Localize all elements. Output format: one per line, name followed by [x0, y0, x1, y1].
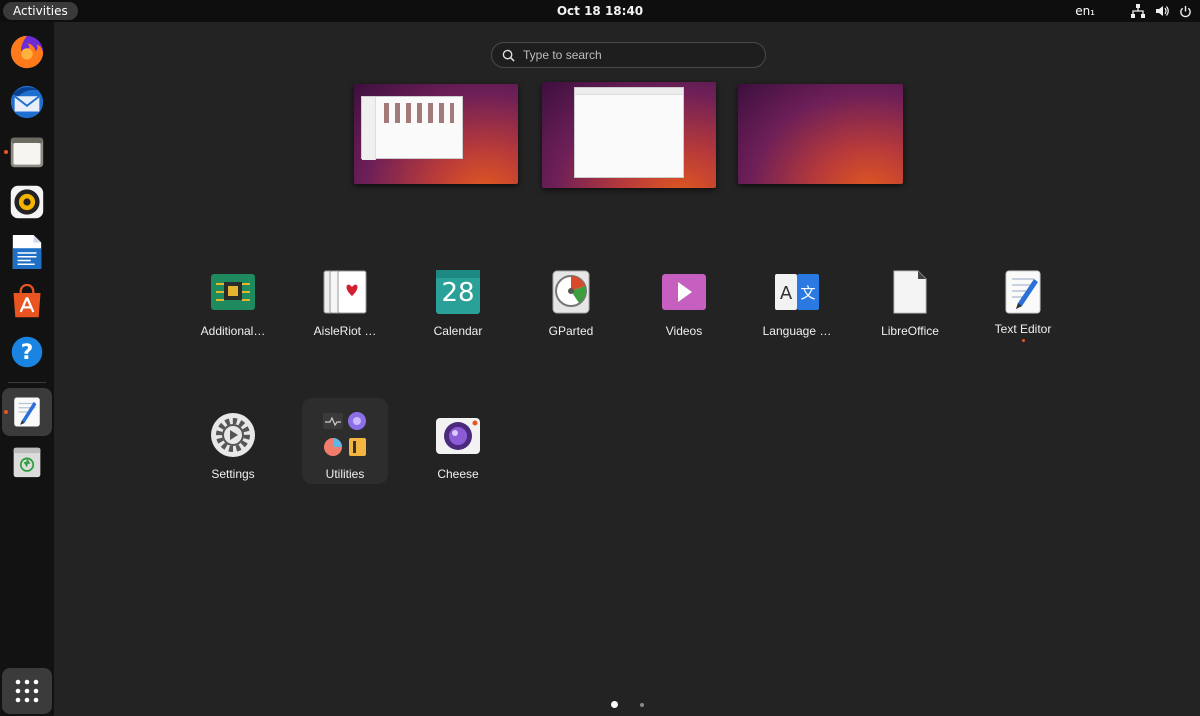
running-indicator — [4, 410, 8, 414]
app-label: Settings — [211, 467, 255, 481]
app-label: Language … — [762, 324, 832, 338]
app-label: GParted — [548, 324, 594, 338]
writer-icon — [12, 235, 42, 269]
dock-writer[interactable] — [2, 228, 52, 276]
app-additional-drivers[interactable]: Additional… — [185, 268, 281, 338]
dock-files[interactable] — [2, 128, 52, 176]
rhythmbox-icon — [10, 185, 44, 219]
thunderbird-icon — [10, 85, 44, 119]
libreoffice-icon — [893, 270, 927, 314]
app-videos[interactable]: Videos — [636, 268, 732, 338]
app-label: Utilities — [325, 467, 365, 481]
language-icon: A文 — [775, 274, 819, 310]
dock-help[interactable]: ? — [2, 328, 52, 376]
dock-thunderbird[interactable] — [2, 78, 52, 126]
window-preview-text-editor[interactable] — [574, 87, 684, 178]
search-box[interactable] — [491, 42, 766, 68]
trash-icon — [13, 447, 41, 478]
show-applications-button[interactable] — [2, 668, 52, 714]
app-gparted[interactable]: GParted — [523, 268, 619, 338]
app-label: AisleRiot … — [313, 324, 377, 338]
page-indicator-1[interactable] — [611, 701, 618, 708]
power-icon[interactable] — [1179, 5, 1192, 18]
app-label: Text Editor — [994, 322, 1052, 336]
cheese-icon — [436, 418, 480, 454]
top-bar: Activities Oct 18 18:40 en₁ — [0, 0, 1200, 22]
chip-icon — [211, 274, 255, 310]
settings-icon — [211, 413, 255, 457]
app-label: Additional… — [200, 324, 266, 338]
files-icon — [10, 137, 44, 168]
videos-icon — [662, 274, 706, 310]
activities-button[interactable]: Activities — [3, 2, 78, 20]
firefox-icon — [10, 35, 44, 69]
svg-text:A: A — [780, 283, 793, 304]
network-icon[interactable] — [1131, 4, 1145, 18]
app-calendar[interactable]: 28 Calendar — [410, 268, 506, 338]
dock-text-editor[interactable] — [2, 388, 52, 436]
search-input[interactable] — [523, 48, 743, 62]
help-icon: ? — [11, 336, 43, 368]
page-indicator-2[interactable] — [640, 703, 644, 707]
app-label: LibreOffice — [881, 324, 939, 338]
app-label: Cheese — [437, 467, 479, 481]
window-preview-files[interactable] — [361, 96, 463, 160]
app-libreoffice[interactable]: LibreOffice — [862, 268, 958, 338]
cards-icon — [323, 270, 367, 314]
utilities-folder-icon — [323, 412, 366, 456]
clock-label[interactable]: Oct 18 18:40 — [557, 4, 643, 18]
calendar-day: 28 — [441, 278, 475, 308]
app-folder-utilities[interactable]: Utilities — [297, 411, 393, 481]
app-aisleriot[interactable]: AisleRiot … — [297, 268, 393, 338]
gparted-icon — [552, 270, 590, 314]
dock-separator — [8, 382, 46, 383]
app-cheese[interactable]: Cheese — [410, 411, 506, 481]
dock-software[interactable] — [2, 278, 52, 326]
volume-icon[interactable] — [1155, 4, 1169, 18]
text-editor-icon — [14, 397, 40, 427]
software-icon — [13, 284, 41, 318]
workspace-thumbnail-2[interactable] — [542, 82, 716, 188]
workspace-thumbnail-3[interactable] — [738, 84, 903, 184]
clock: Oct 18 18:40 — [0, 0, 1200, 22]
dock-trash[interactable] — [2, 438, 52, 486]
language-indicator[interactable]: en₁ — [1075, 4, 1095, 18]
running-indicator — [4, 150, 8, 154]
dock-rhythmbox[interactable] — [2, 178, 52, 226]
text-editor-icon — [1005, 270, 1041, 314]
app-settings[interactable]: Settings — [185, 411, 281, 481]
app-language-support[interactable]: A文 Language … — [749, 268, 845, 338]
search-icon — [502, 49, 515, 62]
system-tray[interactable]: en₁ — [1075, 0, 1192, 22]
app-grid-icon — [15, 679, 39, 703]
running-indicator — [1021, 339, 1025, 342]
app-label: Calendar — [433, 324, 483, 338]
svg-text:?: ? — [21, 340, 34, 365]
workspace-thumbnail-1[interactable] — [354, 84, 518, 184]
dock: ? — [0, 22, 54, 716]
app-text-editor[interactable]: Text Editor — [975, 268, 1071, 342]
dock-firefox[interactable] — [2, 28, 52, 76]
app-label: Videos — [665, 324, 703, 338]
svg-text:文: 文 — [800, 284, 815, 302]
